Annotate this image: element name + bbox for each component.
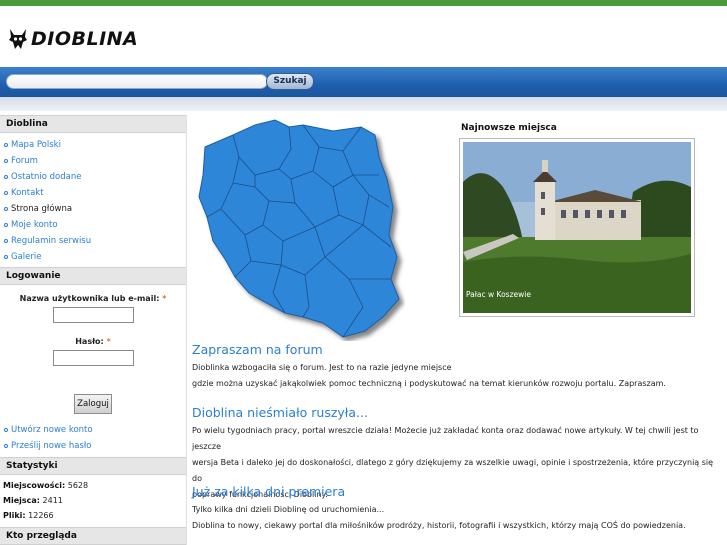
- sidebar-item-label[interactable]: Strona główna: [11, 201, 72, 217]
- stat-label: Pliki:: [3, 511, 26, 520]
- bullet-icon: [4, 175, 8, 179]
- logo-text: DIOBLINA: [31, 28, 139, 50]
- search-input[interactable]: [6, 74, 268, 89]
- devil-icon: [9, 29, 27, 49]
- who-title: Kto przegląda: [0, 527, 186, 545]
- sidebar-item-strona-glowna[interactable]: Strona główna: [4, 201, 186, 217]
- stat-row: Miejsca: 2411: [3, 493, 186, 508]
- article-line: gdzie można uzyskać jakąkolwiek pomoc te…: [192, 379, 666, 388]
- header: DIOBLINA: [0, 6, 727, 67]
- stat-value: 5628: [67, 481, 89, 490]
- bullet-icon: [4, 207, 8, 211]
- sidebar-item-forum[interactable]: Forum: [4, 153, 186, 169]
- sidebar-item-label[interactable]: Kontakt: [11, 185, 44, 201]
- nav-list: Mapa Polski Forum Ostatnio dodane Kontak…: [0, 133, 186, 267]
- stat-value: 2411: [42, 496, 63, 505]
- main-content: Najnowsze miejsca Pałac w Koszewie Zapra…: [186, 115, 727, 545]
- article-line: Dioblina to nowy, ciekawy portal dla mił…: [192, 521, 686, 530]
- username-label: Nazwa użytkownika lub e-mail: *: [0, 294, 186, 303]
- newest-photo[interactable]: Pałac w Koszewie: [459, 138, 695, 317]
- username-input[interactable]: [52, 307, 134, 323]
- sidebar-item-ostatnio-dodane[interactable]: Ostatnio dodane: [4, 169, 186, 185]
- article-premiere: Już za kilka dni premiera Tylko kilka dn…: [192, 484, 722, 534]
- reset-password-link[interactable]: Prześlij nowe hasło: [4, 438, 186, 454]
- password-input[interactable]: [52, 350, 134, 366]
- palace-photo: Pałac w Koszewie: [463, 142, 691, 313]
- article-line: Dioblinka wzbogaciła się o forum. Jest t…: [192, 363, 452, 372]
- sidebar: Dioblina Mapa Polski Forum Ostatnio doda…: [0, 115, 186, 545]
- bullet-icon: [4, 444, 8, 448]
- stat-value: 12266: [28, 511, 54, 520]
- sidebar-item-label[interactable]: Forum: [11, 153, 38, 169]
- login-title: Logowanie: [0, 267, 186, 285]
- search-button[interactable]: Szukaj: [266, 73, 314, 90]
- article-line: Tylko kilka dni dzieli Dioblinę od uruch…: [192, 505, 385, 514]
- poland-map[interactable]: [193, 117, 405, 341]
- stat-row: Pliki: 12266: [3, 508, 186, 523]
- stat-label: Miejscowości:: [3, 481, 66, 490]
- sidebar-item-regulamin[interactable]: Regulamin serwisu: [4, 233, 186, 249]
- bullet-icon: [4, 143, 8, 147]
- article-title[interactable]: Zapraszam na forum: [192, 342, 722, 360]
- reset-password-label[interactable]: Prześlij nowe hasło: [11, 438, 92, 454]
- newest-title: Najnowsze miejsca: [461, 123, 557, 133]
- sidebar-item-label[interactable]: Galerie: [11, 249, 41, 265]
- article-title[interactable]: Już za kilka dni premiera: [192, 484, 722, 502]
- search-bar-shadow: [0, 97, 727, 111]
- newest-places: Najnowsze miejsca Pałac w Koszewie: [459, 121, 695, 317]
- poland-map-graphic: [198, 119, 400, 338]
- sidebar-item-label[interactable]: Mapa Polski: [11, 137, 61, 153]
- article-forum: Zapraszam na forum Dioblinka wzbogaciła …: [192, 342, 722, 392]
- article-title[interactable]: Dioblina nieśmiało ruszyła...: [192, 405, 722, 423]
- bullet-icon: [4, 428, 8, 432]
- bullet-icon: [4, 223, 8, 227]
- bullet-icon: [4, 255, 8, 259]
- sidebar-item-mapa-polski[interactable]: Mapa Polski: [4, 137, 186, 153]
- article-line: Po wielu tygodniach pracy, portal wreszc…: [192, 426, 699, 451]
- stat-row: Miejscowości: 5628: [3, 478, 186, 493]
- sidebar-item-galerie[interactable]: Galerie: [4, 249, 186, 265]
- stat-label: Miejsca:: [3, 496, 40, 505]
- sidebar-item-moje-konto[interactable]: Moje konto: [4, 217, 186, 233]
- login-links: Utwórz nowe konto Prześlij nowe hasło: [0, 414, 186, 454]
- login-form: Nazwa użytkownika lub e-mail: * Hasło: *…: [0, 285, 186, 414]
- password-label: Hasło: *: [0, 337, 186, 346]
- sidebar-item-kontakt[interactable]: Kontakt: [4, 185, 186, 201]
- nav-title: Dioblina: [0, 115, 186, 133]
- sidebar-item-label[interactable]: Moje konto: [11, 217, 58, 233]
- create-account-label[interactable]: Utwórz nowe konto: [11, 422, 93, 438]
- stats-title: Statystyki: [0, 457, 186, 475]
- photo-caption: Pałac w Koszewie: [466, 290, 531, 299]
- search-bar: Szukaj: [0, 67, 727, 97]
- required-mark: *: [106, 337, 111, 346]
- stats-list: Miejscowości: 5628 Miejsca: 2411 Pliki: …: [0, 475, 186, 523]
- create-account-link[interactable]: Utwórz nowe konto: [4, 422, 186, 438]
- login-button[interactable]: Zaloguj: [74, 394, 112, 414]
- required-mark: *: [162, 294, 167, 303]
- sidebar-item-label[interactable]: Ostatnio dodane: [11, 169, 81, 185]
- bullet-icon: [4, 159, 8, 163]
- site-logo[interactable]: DIOBLINA: [8, 28, 138, 50]
- username-label-text: Nazwa użytkownika lub e-mail:: [19, 294, 160, 303]
- password-label-text: Hasło:: [75, 337, 104, 346]
- palace-image: [463, 142, 691, 313]
- sidebar-item-label[interactable]: Regulamin serwisu: [11, 233, 91, 249]
- bullet-icon: [4, 191, 8, 195]
- bullet-icon: [4, 239, 8, 243]
- article-line: wersja Beta i daleko jej do doskonałości…: [192, 458, 714, 483]
